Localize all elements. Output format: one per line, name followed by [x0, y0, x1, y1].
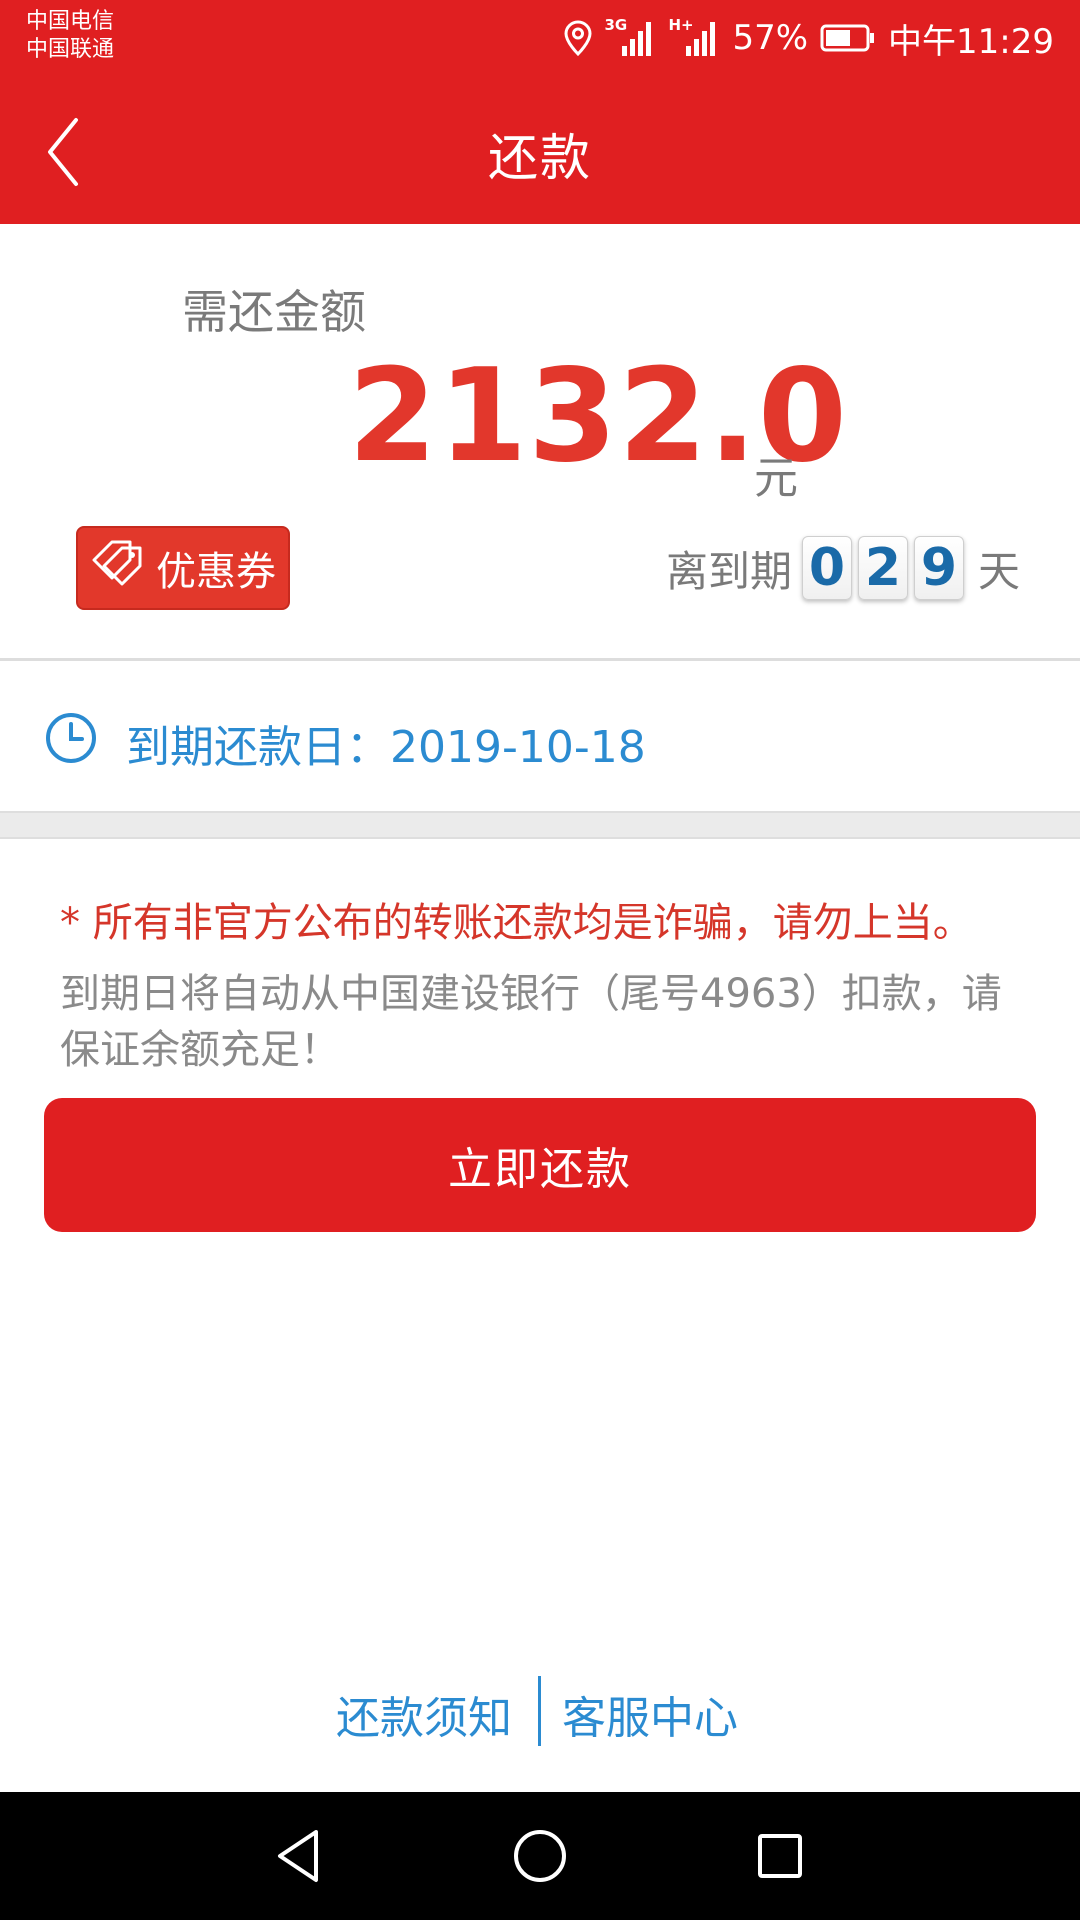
- repay-now-button[interactable]: 立即还款: [44, 1098, 1036, 1232]
- coupon-label: 优惠券: [156, 549, 276, 595]
- link-divider: [538, 1676, 541, 1746]
- countdown-digit: 2: [857, 536, 908, 600]
- countdown-unit: 天: [977, 546, 1020, 596]
- location-icon: [564, 20, 592, 56]
- due-countdown: 离到期 0 2 9 天: [666, 536, 1020, 600]
- nav-back-button[interactable]: [268, 1824, 332, 1888]
- app-header: 还款: [0, 80, 1080, 224]
- auto-debit-info: 到期日将自动从中国建设银行（尾号4963）扣款，请保证余额充足！: [60, 971, 1002, 1073]
- amount-label: 需还金额: [182, 285, 366, 339]
- amount-unit: 元: [754, 453, 798, 504]
- signal-icon-2: H+: [668, 16, 720, 58]
- navigation-bar: [0, 1792, 1080, 1920]
- triangle-back-icon: [278, 1830, 318, 1882]
- countdown-digit: 0: [801, 536, 852, 600]
- circle-home-icon: [514, 1830, 566, 1882]
- signal-icon-1: 3G: [604, 16, 656, 58]
- notice-section: * 所有非官方公布的转账还款均是诈骗，请勿上当。 到期日将自动从中国建设银行（尾…: [60, 890, 1040, 1078]
- repay-notice-link[interactable]: 还款须知: [336, 1682, 512, 1746]
- amount-section: 需还金额 2132.0 元 优惠券 离到期 0 2 9 天: [0, 224, 1080, 660]
- carrier-info: 中国电信 中国联通: [26, 8, 114, 64]
- countdown-digit: 9: [913, 536, 964, 600]
- battery-icon: [820, 23, 876, 53]
- section-separator: [0, 811, 1080, 839]
- carrier-name-2: 中国联通: [26, 37, 115, 62]
- fraud-warning: * 所有非官方公布的转账还款均是诈骗，请勿上当。: [60, 900, 973, 946]
- due-date-text: 到期还款日：2019-10-18: [126, 722, 646, 773]
- coupon-tag-icon: [90, 538, 148, 598]
- status-icons: 3G H+ 57% 中午11:29: [564, 10, 1054, 66]
- nav-home-button[interactable]: [508, 1824, 572, 1888]
- status-bar: 中国电信 中国联通 3G H+ 57% 中午11:29: [0, 0, 1080, 80]
- customer-service-link[interactable]: 客服中心: [562, 1682, 738, 1746]
- battery-percent: 57%: [732, 18, 809, 58]
- clock-time: 中午11:29: [888, 21, 1054, 62]
- footer-links: 还款须知 客服中心: [0, 1676, 1080, 1748]
- square-recents-icon: [758, 1834, 802, 1878]
- page-title: 还款: [488, 129, 592, 187]
- coupon-button[interactable]: 优惠券: [76, 526, 290, 610]
- carrier-name-1: 中国电信: [26, 9, 115, 34]
- due-date-row: 到期还款日：2019-10-18: [0, 661, 1080, 811]
- nav-recents-button[interactable]: [748, 1824, 812, 1888]
- clock-icon: [44, 711, 98, 765]
- countdown-label: 离到期: [665, 546, 792, 596]
